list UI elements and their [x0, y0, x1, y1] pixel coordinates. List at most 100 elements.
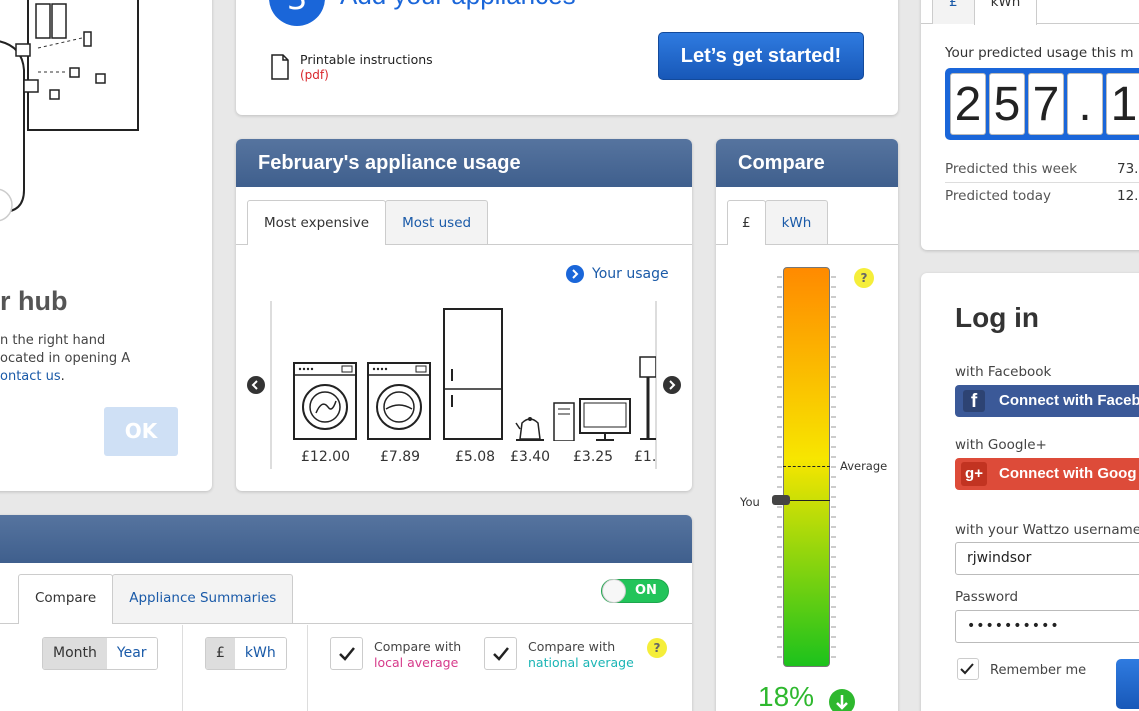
get-started-button[interactable]: Let’s get started!	[658, 32, 864, 80]
compare-title: Compare	[716, 139, 898, 187]
hub-contact: ontact us.	[0, 369, 65, 384]
hub-illustration	[0, 0, 139, 222]
appliance-cost-lamp: £1.	[634, 449, 656, 465]
remember-label: Remember me	[990, 663, 1087, 678]
your-usage-link[interactable]: Your usage	[566, 265, 669, 283]
predicted-today-label: Predicted today	[945, 188, 1052, 204]
toggle-label: ON	[635, 583, 657, 598]
compare-local-prefix: Compare with	[374, 639, 462, 654]
fridge-freezer-icon	[443, 308, 503, 440]
google-label: with Google+	[955, 437, 1047, 453]
counter-digit-4: .	[1067, 73, 1103, 135]
username-label: with your Wattzo username	[955, 522, 1139, 538]
compare-settings-header	[0, 515, 692, 563]
facebook-label: with Facebook	[955, 364, 1052, 380]
compare-national-label: national average	[528, 655, 634, 670]
appliance-usage-title: February's appliance usage	[236, 139, 692, 187]
help-icon[interactable]: ?	[854, 268, 874, 288]
tab-compare[interactable]: Compare	[18, 574, 114, 624]
google-plus-icon: g+	[961, 462, 987, 486]
compare-panel: Compare £ kWh ? Average You 18%	[716, 139, 898, 711]
kettle-icon	[515, 417, 544, 441]
tab-most-expensive[interactable]: Most expensive	[247, 200, 387, 245]
remember-checkbox[interactable]	[957, 658, 979, 680]
google-button-label: Connect with Goog	[999, 465, 1137, 482]
your-usage-label: Your usage	[592, 266, 669, 282]
prediction-panel: £ kWh Your predicted usage this m 2 5 7 …	[921, 0, 1139, 250]
hub-heading: r hub	[0, 286, 68, 316]
pdf-label: (pdf)	[300, 68, 329, 82]
ok-button[interactable]: OK	[104, 407, 178, 456]
password-label: Password	[955, 589, 1019, 605]
units-kwh[interactable]: kWh	[234, 638, 286, 669]
tab-pounds[interactable]: £	[727, 200, 766, 245]
lamp-icon	[639, 356, 656, 440]
contact-suffix: .	[60, 369, 65, 384]
contact-us-link[interactable]: ontact us	[0, 369, 61, 384]
counter-digit-5: 1	[1106, 73, 1139, 135]
facebook-icon: f	[963, 390, 985, 412]
predicted-usage-label: Your predicted usage this m	[945, 45, 1134, 61]
tab-most-used[interactable]: Most used	[385, 200, 489, 244]
predicted-week-value: 73.	[1117, 161, 1139, 177]
compare-settings-panel: Compare Appliance Summaries ON Month Yea…	[0, 515, 692, 711]
printable-instructions-link[interactable]: Printable instructions	[300, 52, 433, 67]
hub-text-line-1: n the right hand	[0, 333, 106, 348]
average-label: Average	[840, 459, 888, 473]
period-toggle: Month Year	[42, 637, 158, 670]
predicted-week-label: Predicted this week	[945, 161, 1078, 177]
you-marker	[783, 500, 830, 501]
appliance-cost-washer-dryer: £7.89	[380, 449, 421, 465]
you-slider-handle	[772, 495, 790, 505]
arrow-down-icon	[829, 689, 855, 711]
compare-local-label: local average	[374, 655, 459, 670]
google-connect-button[interactable]: g+ Connect with Goog	[955, 458, 1139, 490]
tab-kwh[interactable]: kWh	[764, 200, 829, 244]
compare-toggle[interactable]: ON	[601, 579, 669, 603]
add-appliances-panel: 3 Add your appliances Printable instruct…	[236, 0, 898, 115]
login-title: Log in	[955, 302, 1039, 333]
step-number: 3	[287, 0, 307, 17]
appliance-cost-kettle: £3.40	[510, 449, 551, 465]
compare-national-checkbox[interactable]	[484, 637, 517, 670]
tab-prediction-kwh[interactable]: kWh	[973, 0, 1038, 25]
tab-prediction-pounds[interactable]: £	[932, 0, 975, 24]
units-pounds[interactable]: £	[206, 638, 235, 669]
facebook-connect-button[interactable]: f Connect with Faceb	[955, 385, 1139, 417]
compare-national-prefix: Compare with	[528, 639, 616, 654]
password-input[interactable]: ••••••••••	[955, 610, 1139, 643]
compare-help-icon[interactable]: ?	[647, 638, 667, 658]
add-appliances-heading: Add your appliances	[340, 0, 576, 11]
carousel-next-button[interactable]	[663, 376, 681, 394]
tab-appliance-summaries[interactable]: Appliance Summaries	[112, 574, 294, 623]
units-toggle: £ kWh	[205, 637, 287, 670]
appliance-cost-fridge-freezer: £5.08	[455, 449, 496, 465]
login-panel: Log in with Facebook with Google+ with y…	[921, 273, 1139, 711]
washing-machine-icon	[293, 362, 357, 440]
hub-text-line-2: ocated in opening A	[0, 351, 131, 366]
comparison-percent: 18%	[758, 681, 815, 711]
appliance-usage-panel: February's appliance usage Most expensiv…	[236, 139, 692, 491]
carousel-prev-button[interactable]	[247, 376, 265, 394]
document-icon	[271, 54, 289, 80]
hub-panel: r hub n the right hand ocated in opening…	[0, 0, 212, 491]
chevron-right-icon	[566, 265, 584, 283]
period-month[interactable]: Month	[43, 638, 107, 669]
username-input[interactable]: rjwindsor	[955, 542, 1139, 575]
you-label: You	[740, 495, 760, 509]
facebook-button-label: Connect with Faceb	[999, 392, 1139, 409]
appliance-cost-washing-machine: £12.00	[301, 449, 350, 465]
compare-local-checkbox[interactable]	[330, 637, 363, 670]
counter-digit-3: 7	[1028, 73, 1064, 135]
average-marker	[783, 466, 830, 467]
predicted-today-value: 12.	[1117, 188, 1139, 204]
gauge-ticks	[777, 276, 836, 658]
appliance-carousel	[293, 308, 656, 441]
period-year[interactable]: Year	[106, 638, 157, 669]
step-badge: 3	[269, 0, 325, 26]
counter-digit-2: 5	[989, 73, 1025, 135]
appliance-cost-computer: £3.25	[573, 449, 614, 465]
washer-dryer-icon	[367, 362, 431, 440]
computer-icon	[553, 398, 631, 441]
login-submit-button[interactable]	[1116, 659, 1139, 709]
